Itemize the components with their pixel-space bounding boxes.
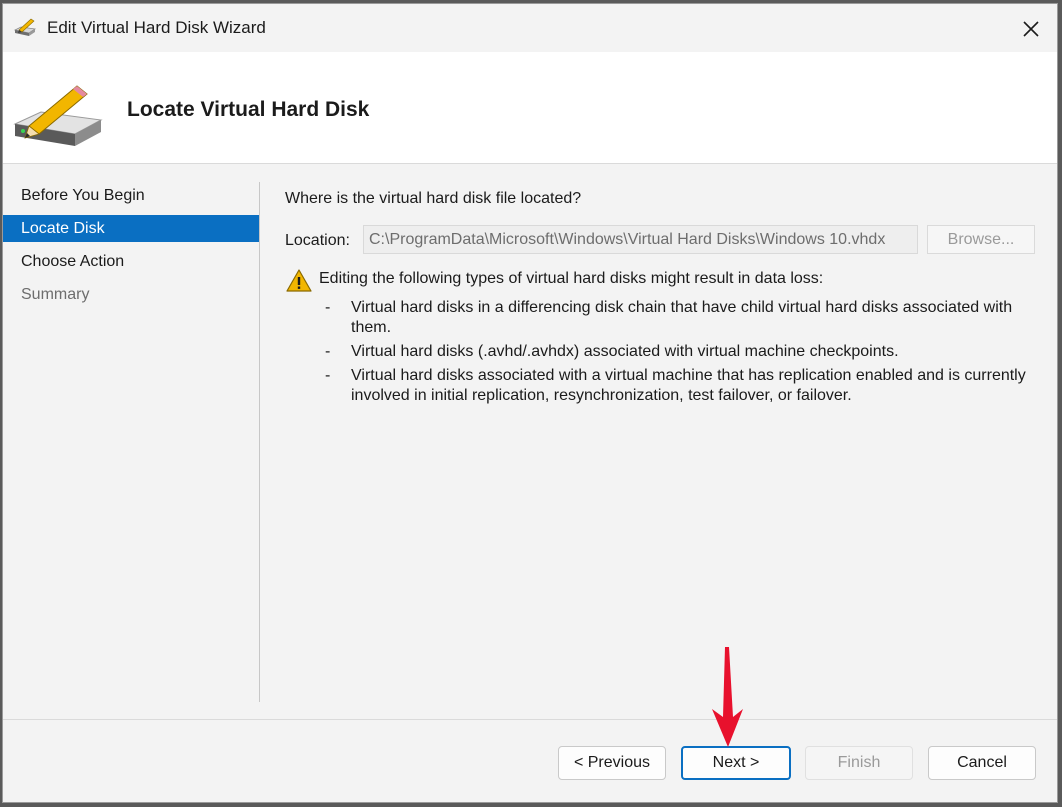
bullet-text: Virtual hard disks in a differencing dis… [351, 299, 1013, 336]
nav-divider [259, 182, 260, 702]
nav-item-locate-disk[interactable]: Locate Disk [3, 215, 259, 242]
wizard-step-nav: Before You Begin Locate Disk Choose Acti… [3, 182, 259, 314]
previous-button[interactable]: < Previous [558, 746, 666, 780]
next-button[interactable]: Next > [681, 746, 791, 780]
warning-list: - Virtual hard disks in a differencing di… [321, 298, 1033, 410]
hard-disk-pencil-icon [13, 85, 103, 146]
location-field: C:\ProgramData\Microsoft\Windows\Virtual… [363, 225, 918, 254]
nav-item-before-you-begin[interactable]: Before You Begin [3, 182, 259, 209]
bullet-marker: - [325, 299, 331, 316]
warning-icon [286, 269, 312, 292]
finish-button: Finish [805, 746, 913, 780]
list-item: - Virtual hard disks (.avhd/.avhdx) assoc… [321, 342, 1033, 362]
nav-item-choose-action[interactable]: Choose Action [3, 248, 259, 275]
disk-pencil-icon [13, 18, 37, 36]
location-question: Where is the virtual hard disk file loca… [285, 190, 582, 207]
window-title: Edit Virtual Hard Disk Wizard [47, 18, 266, 37]
close-button[interactable] [1013, 12, 1049, 46]
list-item: - Virtual hard disks in a differencing di… [321, 298, 1033, 338]
cancel-button[interactable]: Cancel [928, 746, 1036, 780]
title-bar: Edit Virtual Hard Disk Wizard [3, 4, 1057, 52]
list-item: - Virtual hard disks associated with a vi… [321, 366, 1033, 406]
wizard-header: Locate Virtual Hard Disk [3, 52, 1057, 164]
footer-divider [3, 719, 1057, 720]
annotation-arrow-icon [712, 647, 743, 747]
bullet-marker: - [325, 343, 331, 360]
close-icon [1023, 21, 1039, 37]
wizard-window: Edit Virtual Hard Disk Wizard Locate Vir… [2, 3, 1058, 803]
page-title: Locate Virtual Hard Disk [127, 98, 370, 121]
warning-text: Editing the following types of virtual h… [319, 270, 824, 287]
location-label: Location: [285, 232, 350, 249]
bullet-marker: - [325, 367, 331, 384]
bullet-text: Virtual hard disks associated with a vir… [351, 367, 1026, 404]
nav-item-summary: Summary [21, 286, 90, 303]
browse-button: Browse... [927, 225, 1035, 254]
bullet-text: Virtual hard disks (.avhd/.avhdx) associ… [351, 343, 899, 360]
